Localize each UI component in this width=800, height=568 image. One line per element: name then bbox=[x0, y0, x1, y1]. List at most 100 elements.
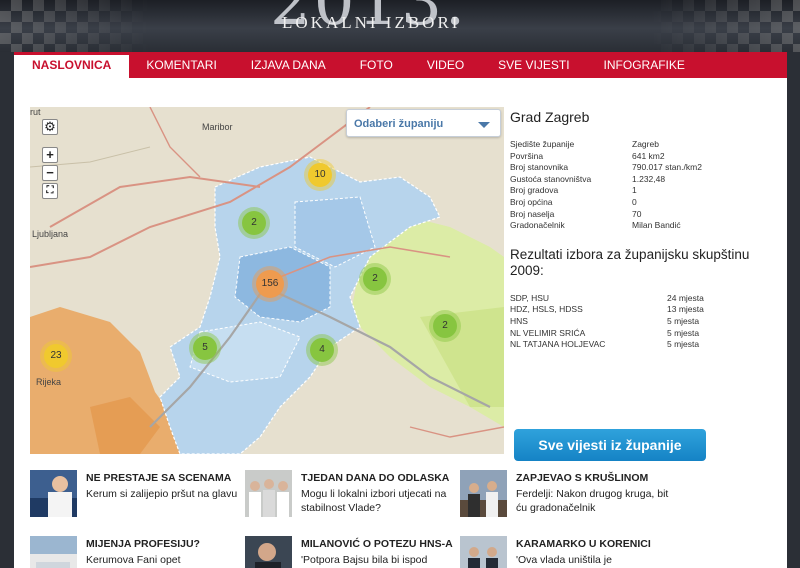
news-item[interactable]: KARAMARKO U KORENICI 'Ova vlada uništila… bbox=[460, 536, 670, 568]
seat-count: 5 mjesta bbox=[667, 339, 700, 350]
stat-key: Sjedište županije bbox=[510, 139, 575, 149]
stat-value: Zagreb bbox=[632, 139, 659, 149]
seat-count: 24 mjesta bbox=[667, 292, 704, 303]
results-title: Rezultati izbora za županijsku skupštinu… bbox=[510, 246, 750, 278]
stat-value: 1 bbox=[632, 185, 637, 196]
map-cluster[interactable]: 156 bbox=[256, 270, 284, 298]
stat-value: 641 km2 bbox=[632, 150, 665, 161]
header-banner: 2013. LOKALNI IZBORI bbox=[0, 0, 800, 52]
zoom-in-button[interactable]: + bbox=[42, 147, 58, 163]
news-kicker: MIJENJA PROFESIJU? bbox=[86, 538, 200, 550]
map-cluster[interactable]: 5 bbox=[193, 336, 217, 360]
news-headline[interactable]: Mogu li lokalni izbori utjecati na stabi… bbox=[301, 487, 461, 515]
news-thumbnail[interactable] bbox=[460, 470, 507, 517]
county-select[interactable]: Odaberi županiju bbox=[346, 109, 501, 137]
news-item[interactable]: TJEDAN DANA DO ODLASKA Mogu li lokalni i… bbox=[245, 470, 455, 520]
table-row: Površina 641 km2 bbox=[510, 151, 702, 163]
seat-count: 5 mjesta bbox=[667, 327, 700, 338]
stat-key: Broj stanovnika bbox=[510, 162, 569, 173]
news-kicker: TJEDAN DANA DO ODLASKA bbox=[301, 472, 450, 484]
county-info-panel: Grad Zagreb Sjedište županije Zagreb Povr… bbox=[510, 109, 780, 461]
news-headline[interactable]: Kerum si zalijepio pršut na glavu bbox=[86, 487, 246, 501]
results-table: SDP, HSU 24 mjesta HDZ, HSLS, HDSS 13 mjes… bbox=[510, 293, 704, 351]
news-item[interactable]: NE PRESTAJE SA SCENAMA Kerum si zalijepi… bbox=[30, 470, 240, 520]
news-item[interactable]: MILANOVIĆ O POTEZU HNS-A 'Potpora Bajsu … bbox=[245, 536, 455, 568]
zoom-out-button[interactable]: − bbox=[42, 165, 58, 181]
table-row: Broj naselja 70 bbox=[510, 209, 702, 221]
nav-item-sve-vijesti[interactable]: SVE VIJESTI bbox=[481, 52, 586, 78]
nav-item-foto[interactable]: FOTO bbox=[343, 52, 410, 78]
map-cluster[interactable]: 4 bbox=[310, 338, 334, 362]
table-row: Gustoća stanovništva 1.232,48 bbox=[510, 174, 702, 186]
seat-count: 13 mjesta bbox=[667, 304, 704, 315]
election-results: Rezultati izbora za županijsku skupštinu… bbox=[510, 247, 780, 351]
page-container: NASLOVNICA KOMENTARI IZJAVA DANA FOTO VI… bbox=[14, 52, 787, 568]
map-label-trst: rut bbox=[30, 107, 41, 117]
table-row: SDP, HSU 24 mjesta bbox=[510, 293, 704, 305]
stat-value: Milan Bandić bbox=[632, 220, 681, 231]
party-name: HNS bbox=[510, 315, 528, 326]
map-label-maribor: Maribor bbox=[202, 122, 233, 132]
table-row: NL TATJANA HOLJEVAC 5 mjesta bbox=[510, 339, 704, 351]
map-label-rijeka: Rijeka bbox=[36, 377, 62, 387]
news-headline[interactable]: 'Potpora Bajsu bila bi ispod bbox=[301, 553, 461, 567]
nav-item-video[interactable]: VIDEO bbox=[410, 52, 481, 78]
map-label-ljubljana: Ljubljana bbox=[32, 229, 69, 239]
settings-icon[interactable]: ⚙ bbox=[42, 119, 58, 135]
party-name: HDZ, HSLS, HDSS bbox=[510, 304, 583, 315]
all-county-news-button[interactable]: Sve vijesti iz županije bbox=[514, 429, 706, 461]
stat-key: Broj naselja bbox=[510, 208, 555, 219]
table-row: NL VELIMIR SRIĆA 5 mjesta bbox=[510, 328, 704, 340]
banner-pattern-right bbox=[650, 0, 800, 52]
news-headline[interactable]: Kerumova Fani opet bbox=[86, 553, 246, 567]
table-row: HNS 5 mjesta bbox=[510, 316, 704, 328]
chevron-down-icon bbox=[478, 122, 490, 128]
news-kicker: ZAPJEVAO S KRUŠLINOM bbox=[516, 472, 649, 484]
party-name: SDP, HSU bbox=[510, 292, 550, 303]
map-cluster[interactable]: 23 bbox=[44, 344, 68, 368]
table-row: Sjedište županije Zagreb bbox=[510, 139, 702, 151]
main-nav: NASLOVNICA KOMENTARI IZJAVA DANA FOTO VI… bbox=[14, 52, 787, 78]
banner-subtitle: LOKALNI IZBORI bbox=[282, 13, 461, 32]
table-row: Broj gradova 1 bbox=[510, 185, 702, 197]
table-row: Broj stanovnika 790.017 stan./km2 bbox=[510, 162, 702, 174]
banner-pattern-left bbox=[0, 0, 150, 52]
stat-key: Broj gradova bbox=[510, 185, 559, 196]
table-row: Gradonačelnik Milan Bandić bbox=[510, 220, 702, 232]
map-cluster[interactable]: 10 bbox=[308, 163, 332, 187]
county-title: Grad Zagreb bbox=[510, 109, 590, 125]
party-name: NL TATJANA HOLJEVAC bbox=[510, 339, 606, 350]
news-headline[interactable]: 'Ova vlada uništila je bbox=[516, 553, 676, 567]
stat-value: 0 bbox=[632, 196, 637, 207]
map-cluster[interactable]: 2 bbox=[242, 211, 266, 235]
news-thumbnail[interactable] bbox=[30, 536, 77, 568]
stat-key: Gustoća stanovništva bbox=[510, 173, 592, 184]
map-cluster[interactable]: 2 bbox=[363, 267, 387, 291]
stat-value: 790.017 stan./km2 bbox=[632, 162, 702, 173]
table-row: Broj općina 0 bbox=[510, 197, 702, 209]
stat-value: 70 bbox=[632, 208, 642, 219]
nav-item-izjava-dana[interactable]: IZJAVA DANA bbox=[234, 52, 343, 78]
news-headline[interactable]: Ferdelji: Nakon drugog kruga, bit ću gra… bbox=[516, 487, 676, 515]
nav-item-infografike[interactable]: INFOGRAFIKE bbox=[587, 52, 702, 78]
news-item[interactable]: MIJENJA PROFESIJU? Kerumova Fani opet bbox=[30, 536, 240, 568]
nav-item-naslovnica[interactable]: NASLOVNICA bbox=[14, 52, 130, 78]
news-kicker: MILANOVIĆ O POTEZU HNS-A bbox=[301, 538, 453, 550]
news-kicker: KARAMARKO U KORENICI bbox=[516, 538, 651, 550]
news-thumbnail[interactable] bbox=[245, 536, 292, 568]
news-thumbnail[interactable] bbox=[30, 470, 77, 517]
news-thumbnail[interactable] bbox=[460, 536, 507, 568]
county-map[interactable]: ⚙ + − ⛶ rut Maribor Ljubljana Rijeka Oda… bbox=[30, 107, 504, 454]
stat-key: Površina bbox=[510, 150, 544, 161]
fullscreen-icon[interactable]: ⛶ bbox=[42, 183, 58, 199]
news-thumbnail[interactable] bbox=[245, 470, 292, 517]
party-name: NL VELIMIR SRIĆA bbox=[510, 327, 586, 338]
map-cluster[interactable]: 2 bbox=[433, 314, 457, 338]
table-row: HDZ, HSLS, HDSS 13 mjesta bbox=[510, 304, 704, 316]
seat-count: 5 mjesta bbox=[667, 315, 700, 326]
news-item[interactable]: ZAPJEVAO S KRUŠLINOM Ferdelji: Nakon dru… bbox=[460, 470, 670, 520]
stat-key: Gradonačelnik bbox=[510, 220, 565, 231]
news-kicker: NE PRESTAJE SA SCENAMA bbox=[86, 472, 232, 484]
county-select-label: Odaberi županiju bbox=[354, 118, 444, 130]
nav-item-komentari[interactable]: KOMENTARI bbox=[129, 52, 233, 78]
